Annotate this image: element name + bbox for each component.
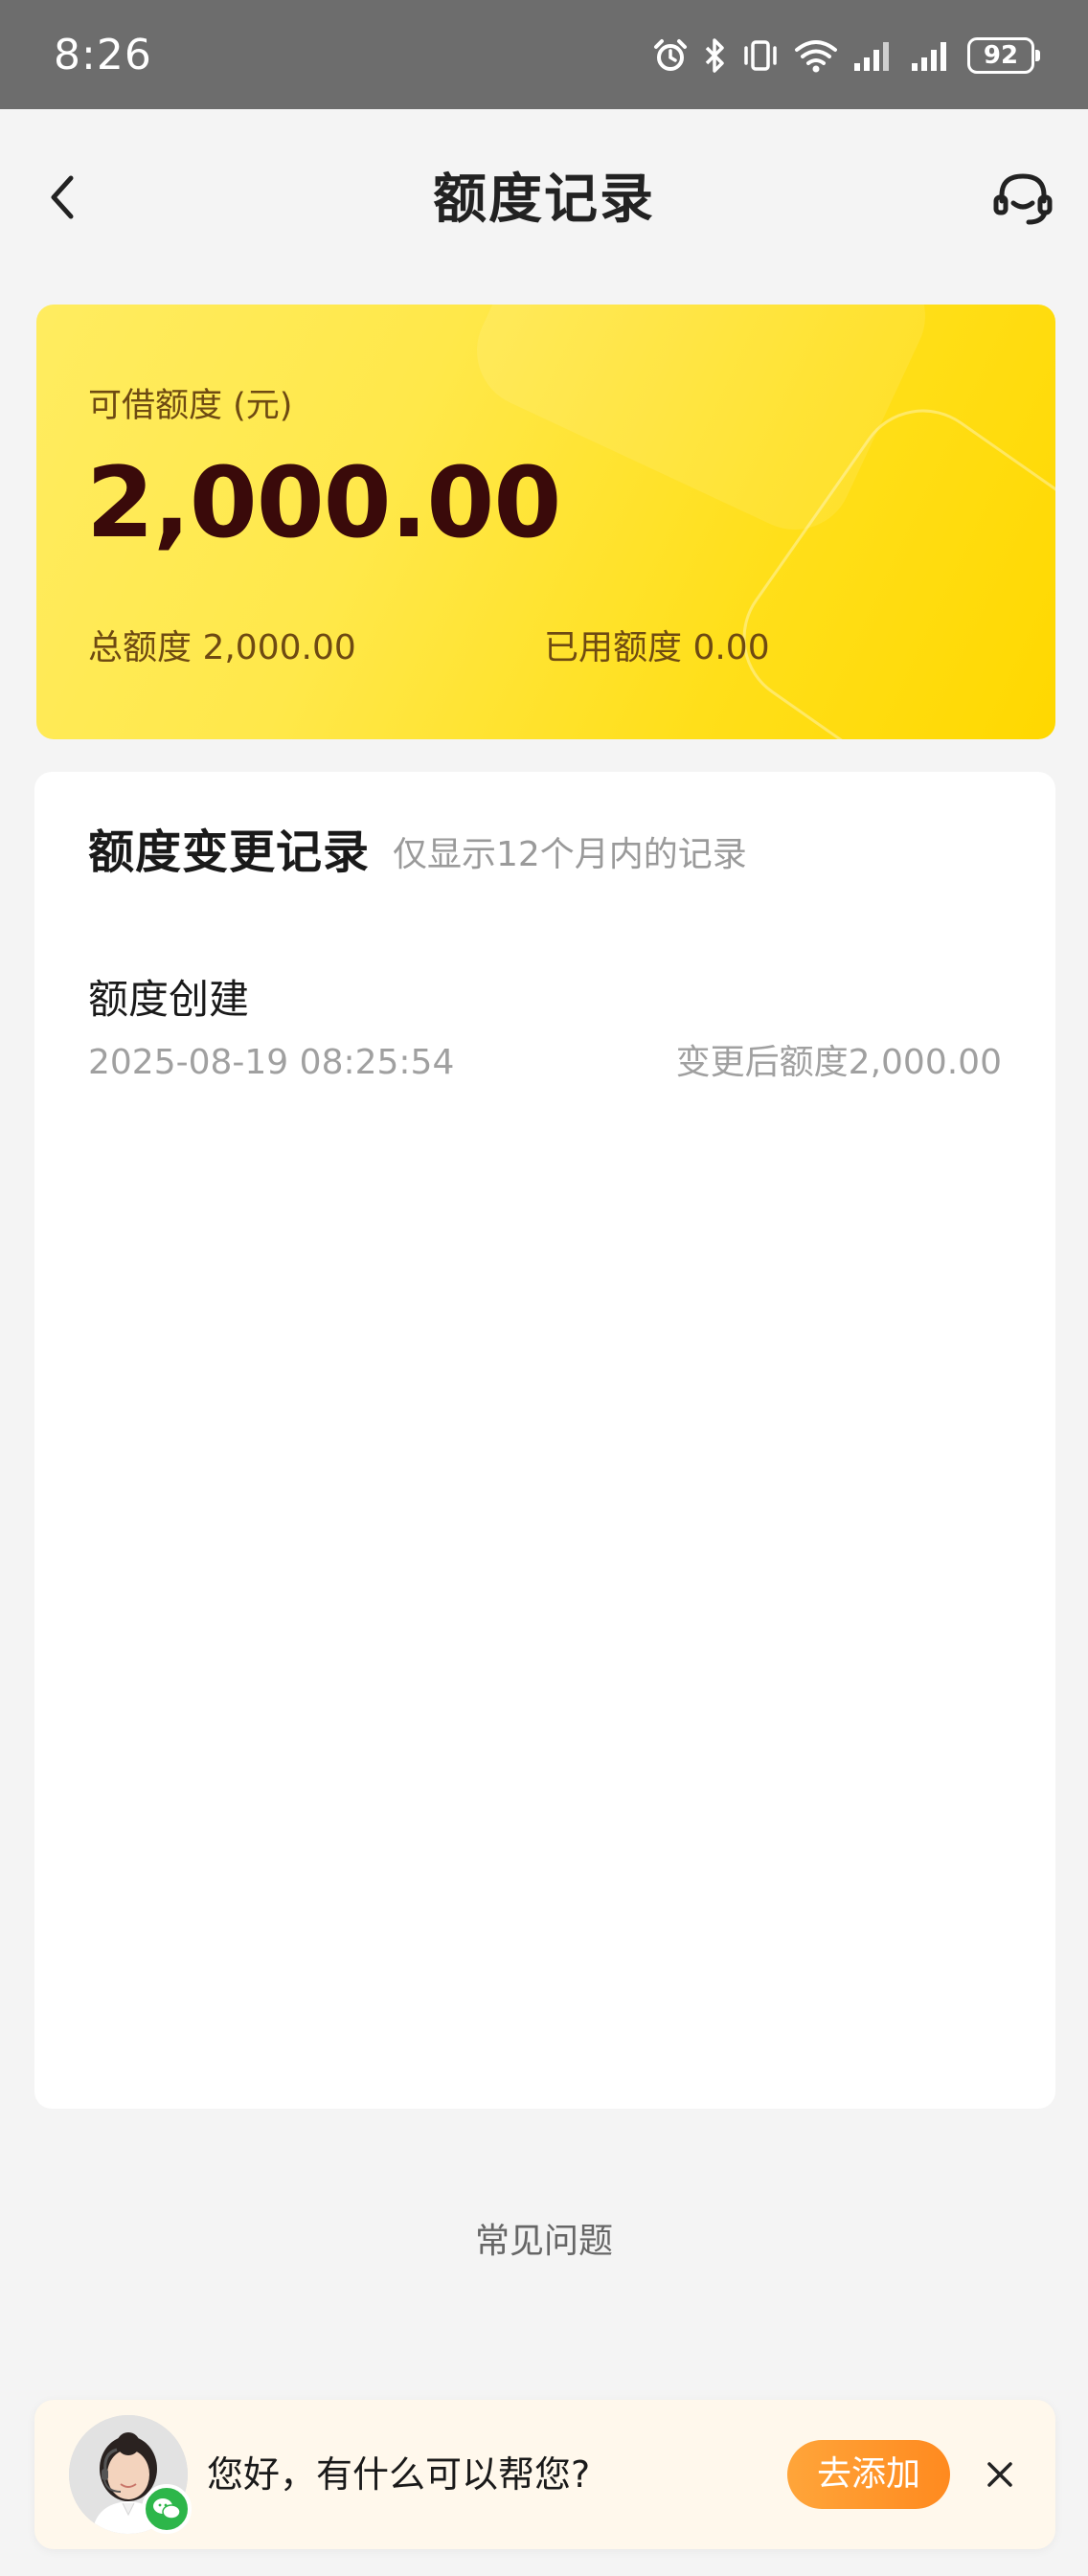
header: 额度记录 [0, 109, 1088, 301]
total-quota: 总额度 2,000.00 [88, 628, 356, 667]
quota-records-panel: 额度变更记录 仅显示12个月内的记录 额度创建 2025-08-19 08:25… [34, 772, 1055, 2109]
close-banner-button[interactable] [971, 2446, 1029, 2503]
bluetooth-icon [703, 36, 728, 75]
quota-card: 可借额度 (元) 2,000.00 总额度 2,000.00 已用额度 0.00 [36, 305, 1055, 739]
status-bar: 8:26 92 [0, 0, 1088, 109]
battery-indicator: 92 [967, 37, 1040, 74]
wifi-icon [793, 36, 839, 75]
assist-greeting: 您好，有什么可以帮您? [207, 2453, 591, 2496]
status-icons: 92 [651, 29, 1040, 82]
signal-icon [852, 36, 896, 75]
page-title: 额度记录 [433, 169, 655, 231]
available-quota-label: 可借额度 (元) [88, 387, 293, 425]
used-quota: 已用额度 0.00 [544, 628, 770, 667]
record-type: 额度创建 [88, 976, 250, 1023]
alarm-icon [651, 36, 690, 75]
available-quota-amount: 2,000.00 [86, 446, 561, 560]
customer-service-button[interactable] [988, 165, 1057, 234]
close-icon [987, 2462, 1012, 2487]
records-title: 额度变更记录 [88, 825, 371, 879]
assist-banner: 您好，有什么可以帮您? 去添加 [34, 2400, 1055, 2549]
record-time: 2025-08-19 08:25:54 [88, 1043, 455, 1082]
signal-icon [910, 36, 954, 75]
record-after-quota: 变更后额度2,000.00 [675, 1043, 1002, 1082]
records-hint: 仅显示12个月内的记录 [393, 835, 747, 874]
add-button[interactable]: 去添加 [787, 2440, 950, 2509]
wechat-icon [142, 2484, 192, 2534]
headset-icon [993, 173, 1053, 225]
vibrate-icon [741, 36, 780, 75]
faq-link[interactable]: 常见问题 [0, 2218, 1088, 2266]
status-time: 8:26 [54, 31, 152, 79]
